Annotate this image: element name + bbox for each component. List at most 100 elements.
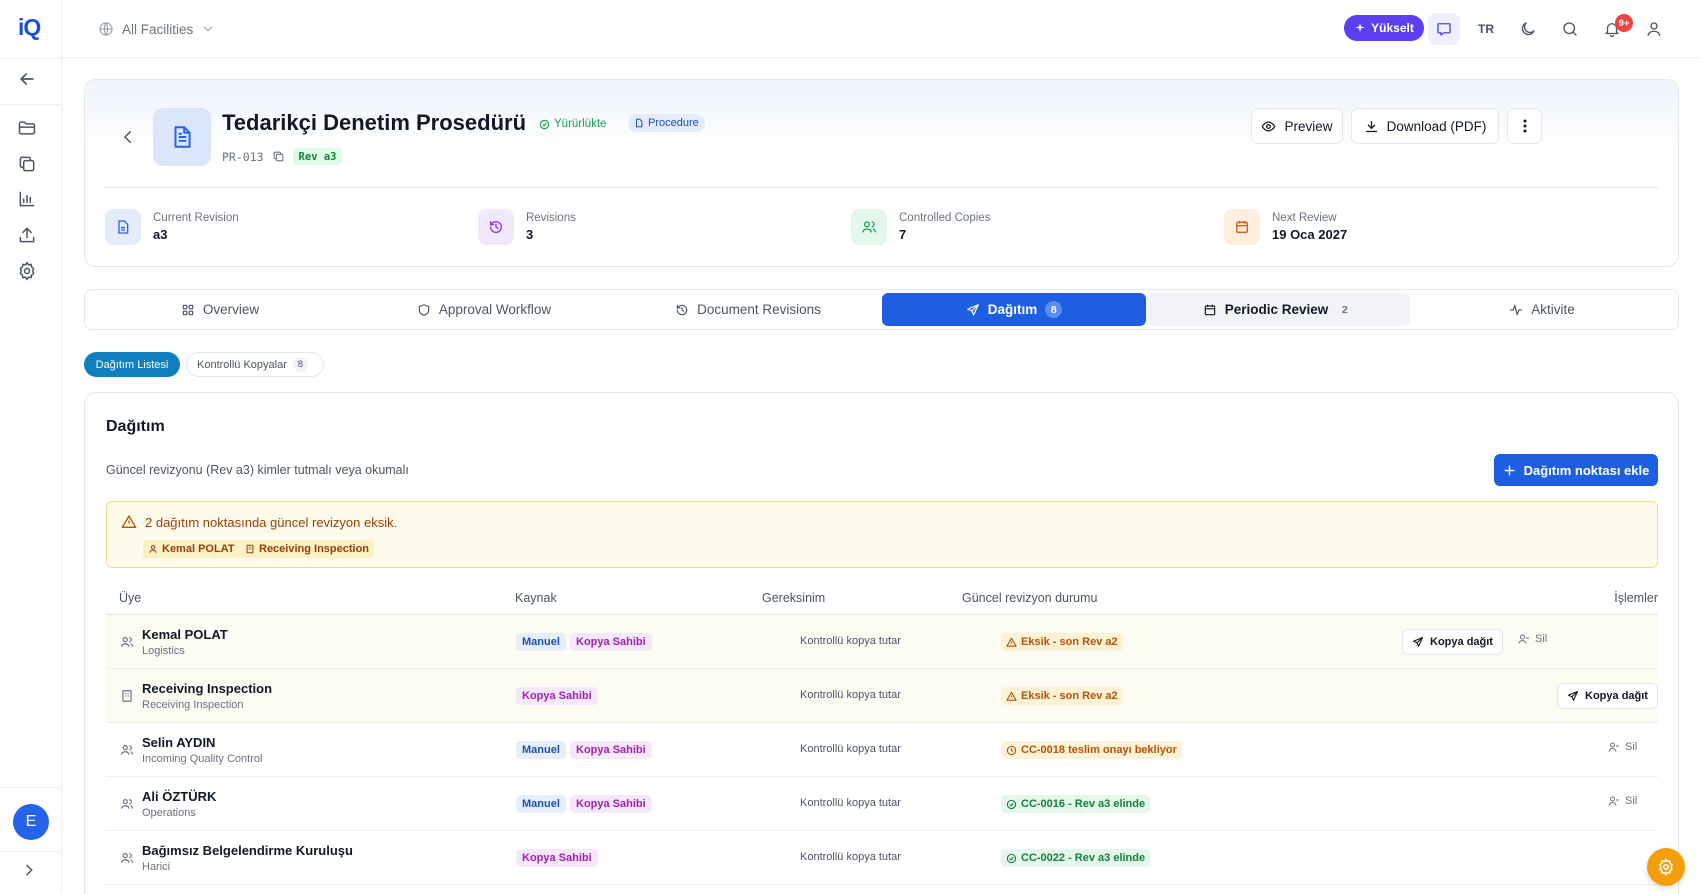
remove-member-button[interactable]: Sil bbox=[1608, 741, 1637, 753]
revision-status-badge: CC-0016 - Rev a3 elinde bbox=[1001, 795, 1151, 813]
remove-member-button[interactable]: Sil bbox=[1518, 633, 1547, 645]
rail-divider bbox=[0, 58, 62, 59]
chevron-right-icon[interactable] bbox=[21, 862, 41, 882]
moon-icon bbox=[1519, 20, 1537, 38]
building-icon bbox=[245, 544, 255, 554]
notifications-button[interactable]: 9+ bbox=[1596, 13, 1633, 45]
copy-icon[interactable] bbox=[17, 154, 37, 174]
calendar-icon bbox=[1224, 209, 1260, 245]
stat-value: 3 bbox=[526, 227, 534, 242]
bar-chart-icon[interactable] bbox=[17, 189, 37, 209]
gear-icon[interactable] bbox=[17, 261, 37, 281]
source-chip: Manuel bbox=[516, 741, 566, 759]
upload-icon[interactable] bbox=[17, 225, 37, 245]
more-options-button[interactable] bbox=[1507, 108, 1542, 144]
table-row: Selin AYDIN Incoming Quality Control Man… bbox=[106, 723, 1658, 777]
search-icon bbox=[1561, 20, 1579, 38]
send-icon bbox=[1567, 690, 1579, 702]
users-icon bbox=[120, 743, 134, 757]
history-icon bbox=[478, 209, 514, 245]
download-icon bbox=[1364, 119, 1379, 134]
notification-badge: 9+ bbox=[1615, 14, 1633, 32]
add-distribution-point-button[interactable]: Dağıtım noktası ekle bbox=[1494, 454, 1658, 486]
member-name: Kemal POLAT bbox=[142, 627, 228, 642]
delete-label: Sil bbox=[1625, 795, 1638, 807]
subtab-distribution-list[interactable]: Dağıtım Listesi bbox=[84, 352, 180, 377]
stat-current-revision: Current Revision a3 bbox=[105, 209, 239, 245]
copy-icon[interactable] bbox=[272, 150, 285, 163]
member-department: Operations bbox=[142, 807, 196, 819]
stat-label: Current Revision bbox=[153, 212, 239, 224]
distribute-copy-button[interactable]: Kopya dağıt bbox=[1557, 683, 1658, 709]
avatar[interactable]: E bbox=[13, 804, 49, 840]
search-button[interactable] bbox=[1554, 13, 1586, 45]
users-icon bbox=[851, 209, 887, 245]
table-row: Kemal POLAT Logistics Manuel Kopya Sahib… bbox=[106, 615, 1658, 669]
stat-label: Controlled Copies bbox=[899, 212, 991, 224]
subtab-controlled-copies[interactable]: Kontrollü Kopyalar 8 bbox=[186, 352, 324, 377]
distribute-copy-button[interactable]: Kopya dağıt bbox=[1402, 629, 1503, 655]
member-department: Incoming Quality Control bbox=[142, 753, 263, 765]
user-menu-button[interactable] bbox=[1638, 13, 1670, 45]
users-icon bbox=[120, 851, 134, 865]
tab-label: Periodic Review bbox=[1224, 302, 1329, 317]
calendar-icon bbox=[1203, 303, 1217, 317]
source-chip: Kopya Sahibi bbox=[516, 849, 598, 867]
revision-status-badge: Eksik - son Rev a2 bbox=[1001, 633, 1123, 651]
column-requirement: Gereksinim bbox=[762, 591, 826, 605]
facility-selector[interactable]: All Facilities bbox=[88, 14, 288, 44]
send-icon bbox=[1412, 636, 1424, 648]
rail-divider bbox=[0, 851, 62, 852]
language-button[interactable]: TR bbox=[1470, 13, 1502, 45]
preview-button[interactable]: Preview bbox=[1251, 108, 1343, 144]
tab-approval-workflow[interactable]: Approval Workflow bbox=[352, 293, 616, 326]
folder-icon[interactable] bbox=[17, 118, 37, 138]
tab-periodic-review[interactable]: Periodic Review 2 bbox=[1146, 293, 1410, 326]
history-icon bbox=[675, 303, 689, 317]
table-row: Ali ÖZTÜRK Operations Manuel Kopya Sahib… bbox=[106, 777, 1658, 831]
remove-member-button[interactable]: Sil bbox=[1608, 795, 1637, 807]
tab-document-revisions[interactable]: Document Revisions bbox=[616, 293, 880, 326]
tab-label: Overview bbox=[202, 302, 260, 317]
download-pdf-button[interactable]: Download (PDF) bbox=[1351, 108, 1499, 144]
floating-settings-button[interactable] bbox=[1647, 848, 1685, 886]
add-label: Dağıtım noktası ekle bbox=[1523, 462, 1650, 478]
top-bar: All Facilities Yükselt TR 9+ bbox=[62, 0, 1700, 58]
app-logo[interactable]: iQ bbox=[18, 14, 41, 41]
member-name: Ali ÖZTÜRK bbox=[142, 789, 217, 804]
language-label: TR bbox=[1478, 22, 1494, 36]
member-name: Bağımsız Belgelendirme Kuruluşu bbox=[142, 843, 353, 858]
document-code: PR-013 bbox=[222, 149, 264, 164]
chevron-left-icon[interactable] bbox=[119, 128, 137, 146]
revision-status-badge: CC-0022 - Rev a3 elinde bbox=[1001, 849, 1151, 867]
theme-toggle[interactable] bbox=[1512, 13, 1544, 45]
alert-chip-label: Receiving Inspection bbox=[259, 543, 370, 555]
source-chip: Kopya Sahibi bbox=[570, 633, 652, 651]
upgrade-button[interactable]: Yükselt bbox=[1344, 15, 1424, 41]
user-icon bbox=[1645, 20, 1663, 38]
tab-overview[interactable]: Overview bbox=[88, 293, 352, 326]
send-icon bbox=[966, 303, 980, 317]
status-text: CC-0022 - Rev a3 elinde bbox=[1021, 852, 1146, 864]
column-actions: İşlemler bbox=[1614, 591, 1658, 605]
eye-icon bbox=[1261, 119, 1276, 134]
member-name: Receiving Inspection bbox=[142, 681, 273, 696]
stat-value: 19 Oca 2027 bbox=[1272, 227, 1348, 242]
tab-label: Dağıtım bbox=[987, 302, 1038, 317]
subtab-label: Kontrollü Kopyalar bbox=[197, 358, 287, 371]
requirement-text: Kontrollü kopya tutar bbox=[800, 689, 901, 701]
facility-label: All Facilities bbox=[122, 21, 194, 37]
tab-distribution[interactable]: Dağıtım 8 bbox=[882, 293, 1146, 326]
table-row: Bağımsız Belgelendirme Kuruluşu Harici K… bbox=[106, 831, 1658, 885]
table-row: Receiving Inspection Receiving Inspectio… bbox=[106, 669, 1658, 723]
arrow-left-icon[interactable] bbox=[17, 69, 37, 89]
check-circle-icon bbox=[1006, 799, 1017, 810]
source-chip: Kopya Sahibi bbox=[570, 795, 652, 813]
status-text: CC-0016 - Rev a3 elinde bbox=[1021, 798, 1146, 810]
column-revision-status: Güncel revizyon durumu bbox=[962, 591, 1098, 605]
user-minus-icon bbox=[1608, 795, 1620, 807]
tab-activity[interactable]: Aktivite bbox=[1410, 293, 1674, 326]
chat-button[interactable] bbox=[1428, 13, 1460, 45]
revision-status-badge: Eksik - son Rev a2 bbox=[1001, 687, 1123, 705]
tab-label: Aktivite bbox=[1531, 302, 1575, 317]
